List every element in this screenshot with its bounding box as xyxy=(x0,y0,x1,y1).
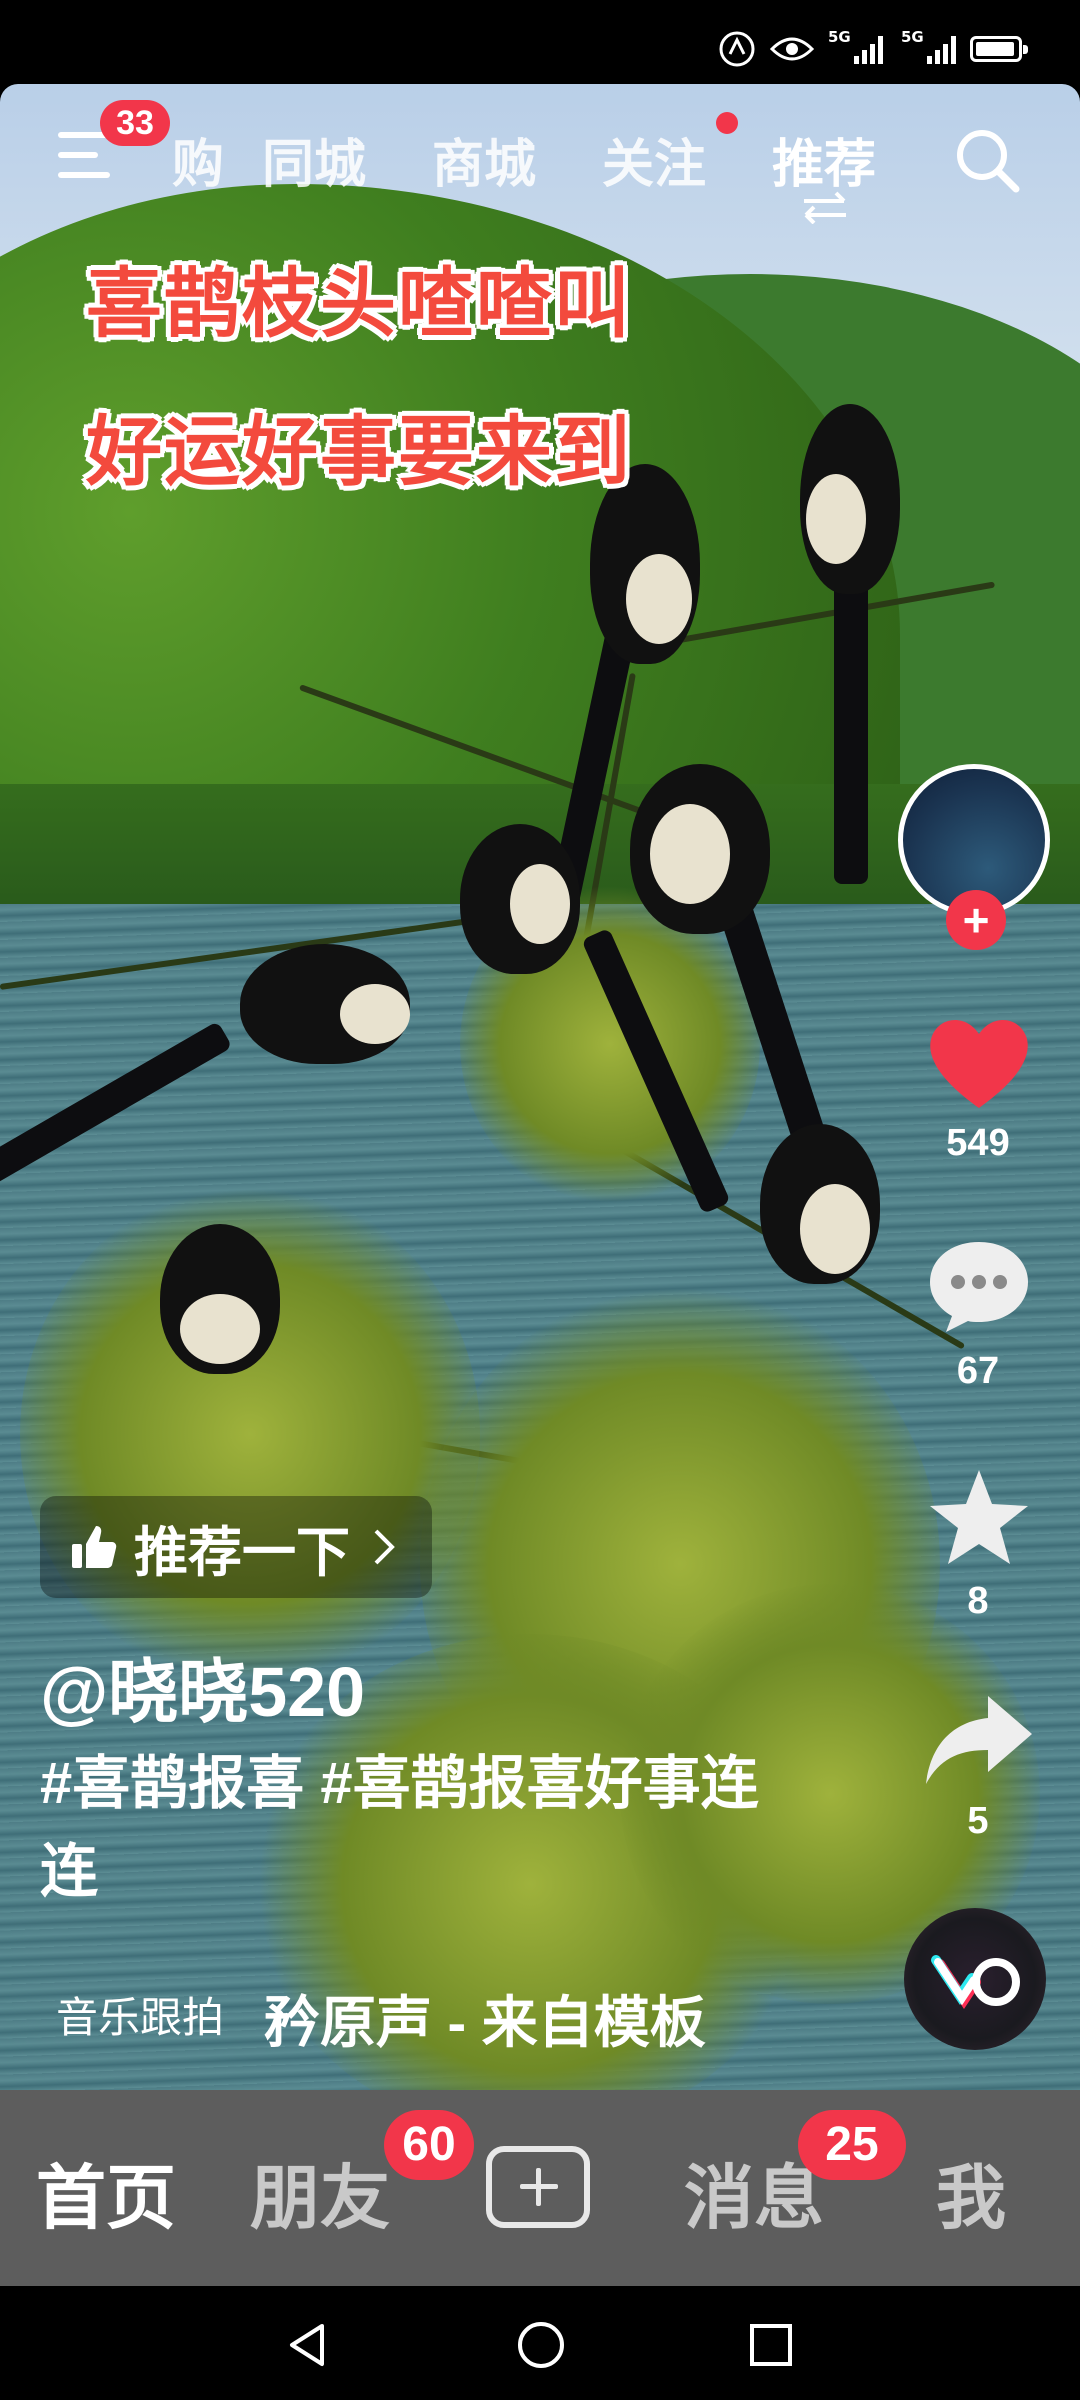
follow-button[interactable]: + xyxy=(946,890,1006,950)
video-description[interactable]: #喜鹊报喜 #喜鹊报喜好事连连 xyxy=(40,1740,760,1916)
switch-arrows-icon[interactable] xyxy=(800,190,850,224)
chevron-right-icon xyxy=(374,1529,395,1565)
share-icon[interactable] xyxy=(922,1692,1036,1788)
signal-icon-1: 5G xyxy=(828,28,883,64)
status-bar: 5G 5G xyxy=(0,0,1080,84)
heart-icon[interactable] xyxy=(924,1012,1034,1112)
tab-following[interactable]: 关注 xyxy=(602,122,706,197)
recommend-label: 推荐一下 xyxy=(134,1522,350,1583)
back-icon[interactable] xyxy=(282,2320,332,2370)
signal-icon-2: 5G xyxy=(901,28,956,64)
nav-home[interactable]: 首页 xyxy=(36,2142,176,2243)
share-count: 5 xyxy=(967,1800,989,1842)
template-logo-icon xyxy=(931,1955,1020,2010)
status-icons: 5G 5G xyxy=(718,28,1028,68)
system-navigation-bar xyxy=(0,2286,1080,2400)
video-caption-line-2: 好运好事要来到 xyxy=(86,410,632,495)
tab-shopping[interactable]: 购 xyxy=(172,122,224,197)
messages-badge: 25 xyxy=(798,2110,906,2180)
tab-recommended[interactable]: 推荐 xyxy=(772,122,876,197)
tab-mall[interactable]: 商城 xyxy=(432,122,536,197)
create-post-button[interactable] xyxy=(486,2146,590,2228)
thumbs-up-icon xyxy=(72,1526,117,1568)
star-icon[interactable] xyxy=(926,1466,1032,1572)
like-count: 549 xyxy=(946,1122,1010,1164)
home-icon[interactable] xyxy=(514,2318,568,2372)
friends-badge: 60 xyxy=(384,2110,474,2180)
favorite-count: 8 xyxy=(967,1580,989,1622)
tab-local[interactable]: 同城 xyxy=(262,122,366,197)
comment-icon[interactable] xyxy=(924,1236,1034,1336)
battery-icon xyxy=(970,36,1028,62)
recommend-button[interactable]: 推荐一下 xyxy=(40,1496,432,1598)
comment-count: 67 xyxy=(956,1350,1000,1392)
search-icon[interactable] xyxy=(952,125,1022,195)
menu-badge: 33 xyxy=(100,100,170,146)
eye-icon xyxy=(770,37,814,61)
video-caption-line-1: 喜鹊枝头喳喳叫 xyxy=(86,262,632,347)
menu-button[interactable] xyxy=(58,132,110,178)
following-dot xyxy=(716,112,738,134)
music-label: 音乐跟拍 xyxy=(56,1994,225,2041)
nav-me[interactable]: 我 xyxy=(936,2142,1006,2243)
author-username[interactable]: @晓晓520 xyxy=(40,1636,365,1737)
nfc-icon xyxy=(719,31,755,67)
recent-apps-icon[interactable] xyxy=(746,2320,796,2370)
nav-friends[interactable]: 朋友 xyxy=(250,2142,390,2243)
music-name[interactable]: 矜原声 - 来自模板 xyxy=(264,1978,706,2059)
music-disc[interactable] xyxy=(904,1908,1046,2050)
bottom-nav: 首页 朋友 60 消息 25 我 xyxy=(0,2090,1080,2286)
